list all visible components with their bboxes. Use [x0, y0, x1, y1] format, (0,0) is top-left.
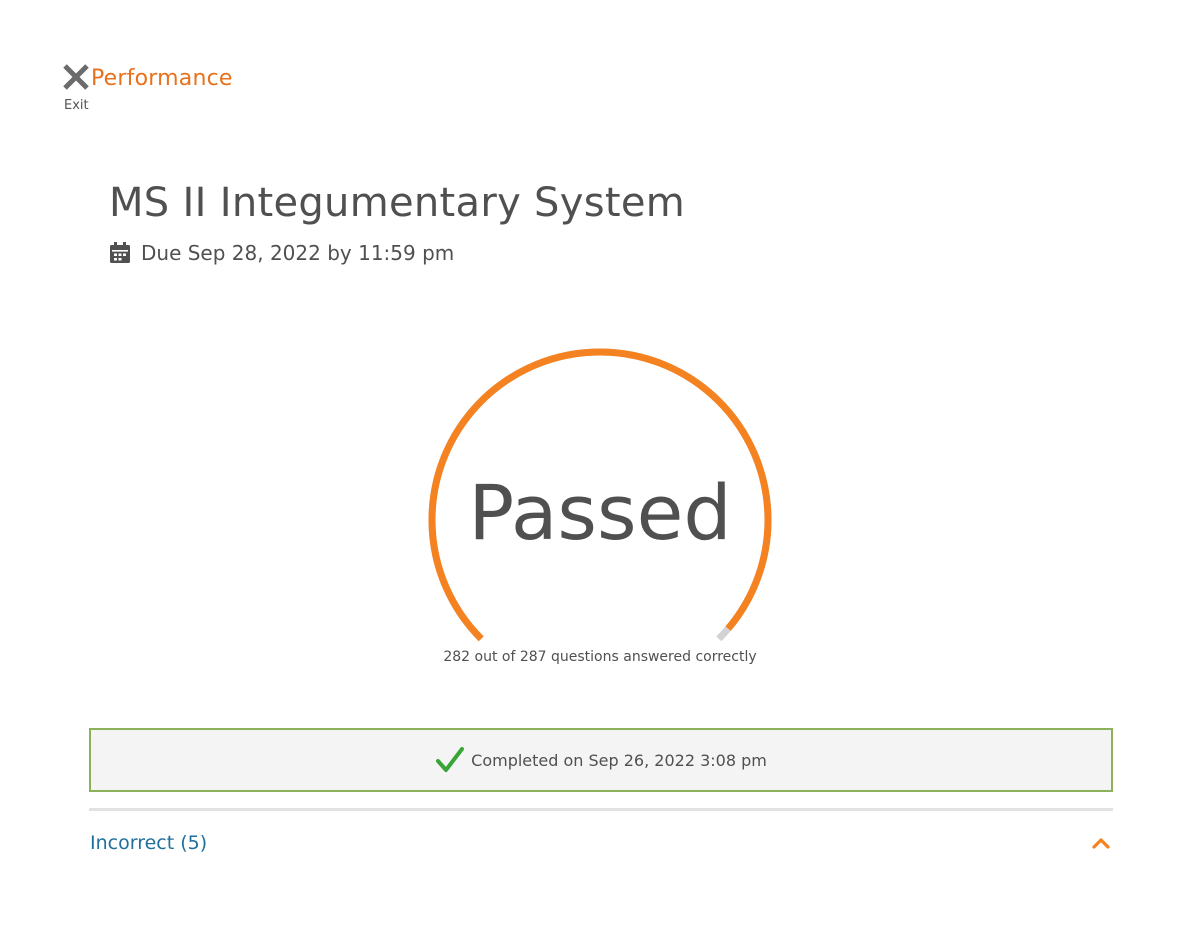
section-divider — [89, 808, 1113, 811]
close-icon[interactable] — [61, 62, 91, 92]
completion-banner: Completed on Sep 26, 2022 3:08 pm — [89, 728, 1113, 792]
calendar-icon — [110, 242, 130, 263]
chevron-up-icon[interactable] — [1091, 836, 1111, 850]
page-title: Performance — [91, 66, 233, 91]
due-date-text: Due Sep 28, 2022 by 11:59 pm — [141, 241, 455, 265]
exit-label[interactable]: Exit — [64, 98, 89, 113]
score-gauge: Passed — [420, 340, 780, 650]
incorrect-section-toggle[interactable]: Incorrect (5) — [89, 824, 1113, 864]
completion-text: Completed on Sep 26, 2022 3:08 pm — [471, 750, 767, 770]
due-date-row: Due Sep 28, 2022 by 11:59 pm — [109, 240, 454, 266]
result-status: Passed — [468, 468, 732, 557]
check-icon — [436, 747, 465, 772]
page-header: Exit Performance — [60, 58, 300, 118]
score-summary: 282 out of 287 questions answered correc… — [443, 649, 757, 665]
performance-page: Exit Performance MS II Integumentary Sys… — [0, 0, 1200, 927]
incorrect-section-label[interactable]: Incorrect (5) — [90, 832, 207, 854]
assignment-title: MS II Integumentary System — [109, 180, 686, 226]
